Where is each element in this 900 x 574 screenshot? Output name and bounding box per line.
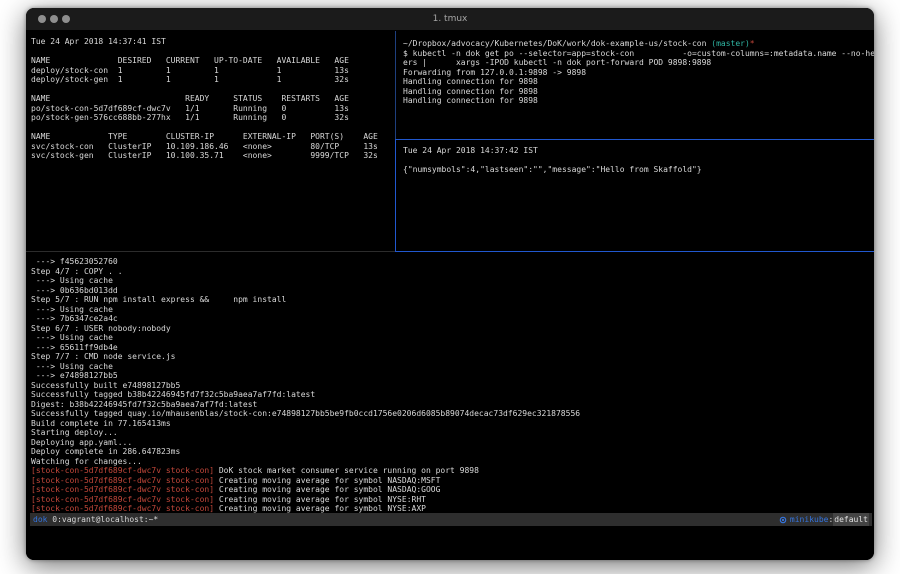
skaffold-build-output: ---> f45623052760 Step 4/7 : COPY . . --… — [31, 257, 872, 466]
status-right: minikube:default — [779, 513, 869, 526]
kube-context-label: minikube — [790, 513, 829, 526]
git-branch-label: (master) — [711, 39, 750, 48]
tmux-terminal: Tue 24 Apr 2018 14:37:41 IST NAME DESIRE… — [26, 31, 874, 560]
session-name[interactable]: dok — [33, 513, 47, 526]
pod-log-prefix: [stock-con-5d7df689cf-dwc7v stock-con] — [31, 466, 214, 475]
pod-log-line: [stock-con-5d7df689cf-dwc7v stock-con] C… — [31, 485, 872, 495]
terminal-window: 1. tmux Tue 24 Apr 2018 14:37:41 IST NAM… — [26, 8, 874, 560]
pane-border-right-split — [395, 139, 874, 140]
traffic-lights — [38, 8, 70, 30]
service-response-output: Tue 24 Apr 2018 14:37:42 IST {"numsymbol… — [403, 146, 872, 175]
git-dirty-marker: * — [750, 39, 755, 48]
window-list-item[interactable]: 0:vagrant@localhost:~* — [47, 513, 158, 526]
pod-log-line: [stock-con-5d7df689cf-dwc7v stock-con] C… — [31, 495, 872, 505]
pane-port-forward[interactable]: ~/Dropbox/advocacy/Kubernetes/DoK/work/d… — [403, 39, 872, 137]
minimize-button[interactable] — [50, 15, 58, 23]
shell-prompt-line: ~/Dropbox/advocacy/Kubernetes/DoK/work/d… — [403, 39, 872, 49]
pane-kubectl-watch[interactable]: Tue 24 Apr 2018 14:37:41 IST NAME DESIRE… — [31, 37, 392, 249]
kubernetes-helm-icon — [779, 516, 787, 524]
pane-border-vertical-bottom — [395, 139, 396, 252]
pane-service-response[interactable]: Tue 24 Apr 2018 14:37:42 IST {"numsymbol… — [403, 146, 872, 249]
kubectl-watch-output: Tue 24 Apr 2018 14:37:41 IST NAME DESIRE… — [31, 37, 392, 161]
pod-log-lines: [stock-con-5d7df689cf-dwc7v stock-con] D… — [31, 466, 872, 514]
pane-border-main-right — [395, 251, 874, 252]
zoom-button[interactable] — [62, 15, 70, 23]
pod-log-prefix: [stock-con-5d7df689cf-dwc7v stock-con] — [31, 504, 214, 513]
pod-log-prefix: [stock-con-5d7df689cf-dwc7v stock-con] — [31, 476, 214, 485]
tmux-status-bar: dok 0:vagrant@localhost:~* minikube:defa… — [30, 513, 872, 526]
pane-skaffold[interactable]: ---> f45623052760 Step 4/7 : COPY . . --… — [31, 257, 872, 513]
port-forward-output: $ kubectl -n dok get po --selector=app=s… — [403, 49, 872, 106]
pod-log-line: [stock-con-5d7df689cf-dwc7v stock-con] D… — [31, 466, 872, 476]
status-left: dok 0:vagrant@localhost:~* — [33, 513, 158, 526]
kube-namespace-badge: default — [833, 513, 869, 526]
window-titlebar[interactable]: 1. tmux — [26, 8, 874, 31]
pod-log-prefix: [stock-con-5d7df689cf-dwc7v stock-con] — [31, 495, 214, 504]
pod-log-line: [stock-con-5d7df689cf-dwc7v stock-con] C… — [31, 476, 872, 486]
window-title: 1. tmux — [26, 14, 874, 24]
page-background: { "window": { "title": "1. tmux" }, "col… — [0, 0, 900, 574]
pane-border-main-left — [26, 251, 395, 252]
prompt-path: ~/Dropbox/advocacy/Kubernetes/DoK/work/d… — [403, 39, 711, 48]
pane-border-vertical-top — [395, 31, 396, 139]
close-button[interactable] — [38, 15, 46, 23]
pod-log-prefix: [stock-con-5d7df689cf-dwc7v stock-con] — [31, 485, 214, 494]
